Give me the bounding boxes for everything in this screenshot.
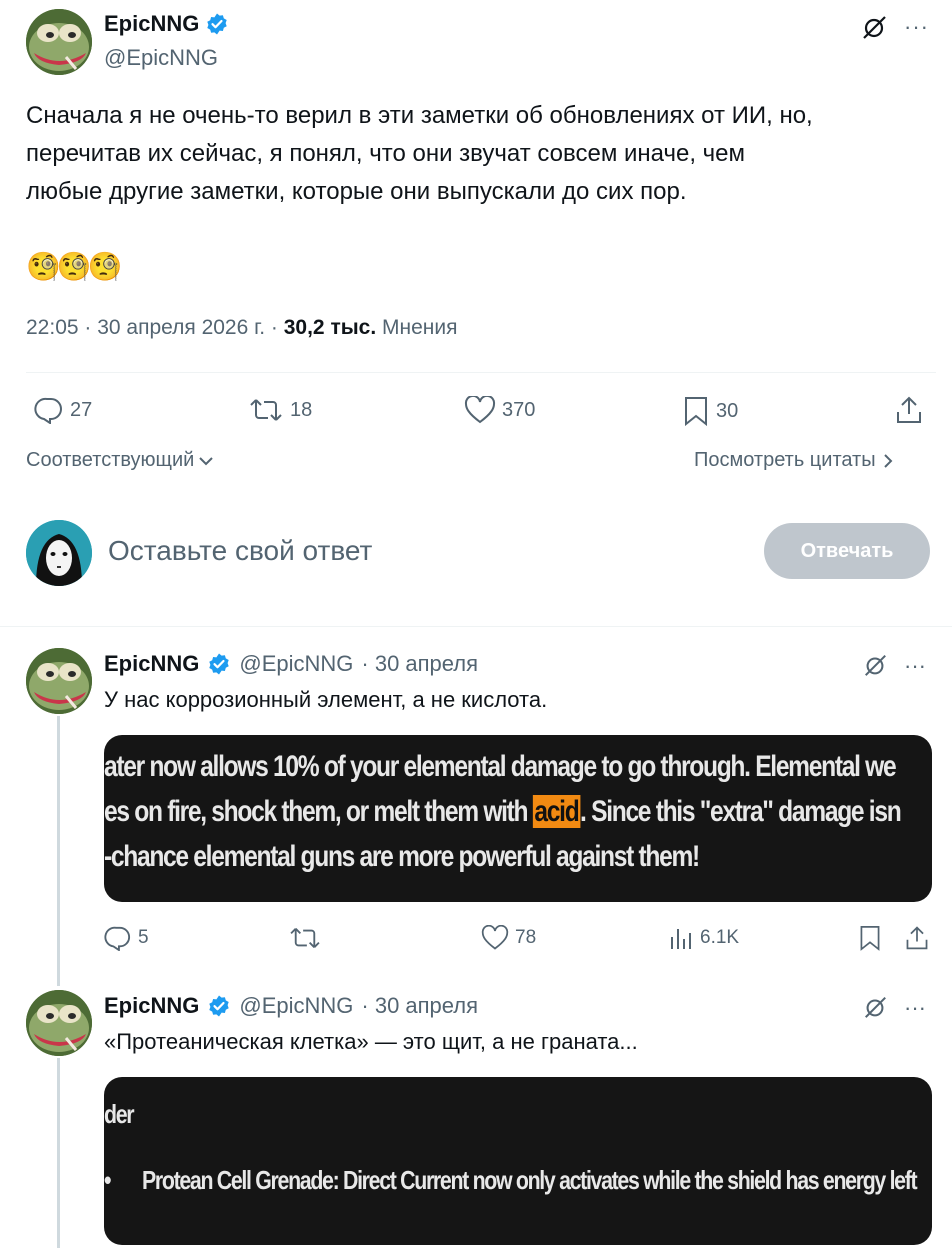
media-text-segment: . Since this "extra" damage isn [580,795,902,828]
reply-count: 27 [70,398,93,421]
view-quotes-link[interactable]: Посмотреть цитаты [694,449,894,472]
reply-date[interactable]: · 30 апреля [361,993,478,1019]
reply-button[interactable]: 27 [34,396,92,424]
user-avatar[interactable] [26,520,92,586]
retweet-icon [250,399,282,421]
reply-text: «Протеаническая клетка» — это щит, а не … [104,1029,638,1054]
author-avatar[interactable] [26,648,92,714]
divider [0,626,952,627]
more-options-icon[interactable]: ··· [904,14,929,40]
tweet-emoji: 🧐🧐🧐 [26,251,123,282]
author-handle[interactable]: @EpicNNG [104,45,218,71]
retweet-button[interactable] [288,925,322,951]
author-handle[interactable]: @EpicNNG [239,651,353,677]
no-face-avatar-icon [26,520,92,586]
chevron-down-icon [199,456,214,465]
bookmark-icon [685,397,707,426]
like-count: 78 [515,927,537,948]
reply-icon [34,397,62,424]
sort-label: Соответствующий [26,449,195,471]
media-text-line: der [104,1099,135,1129]
like-button[interactable]: 78 [481,925,536,951]
verified-badge-icon [209,995,230,1017]
retweet-button[interactable]: 18 [248,396,312,424]
view-count: 30,2 тыс. [283,316,377,339]
more-options-icon[interactable]: ··· [904,653,926,679]
frog-avatar-icon [26,648,92,714]
bookmark-button[interactable]: 30 [682,396,738,426]
thread-line [57,1058,60,1248]
retweet-count: 18 [290,398,313,421]
view-label: Мнения [382,316,458,339]
media-bullet: • [104,1165,111,1195]
bookmark-icon [860,926,880,951]
reply-icon [104,926,131,951]
author-name[interactable]: EpicNNG [104,993,199,1019]
author-name[interactable]: EpicNNG [104,651,199,677]
thread-line [57,716,60,986]
share-icon [897,396,921,423]
view-quotes-label: Посмотреть цитаты [694,449,876,471]
media-text-line: es on fire, shock them, or melt them wit… [104,795,902,829]
sort-replies-dropdown[interactable]: Соответствующий [26,449,214,472]
retweet-icon [290,928,320,948]
frog-avatar-icon [26,990,92,1056]
reply-submit-button[interactable]: Отвечать [764,523,930,579]
media-text-segment: es on fire, shock them, or melt them wit… [104,795,533,828]
share-button[interactable] [904,924,930,952]
author-avatar[interactable] [26,990,92,1056]
media-text-line: Protean Cell Grenade: Direct Current now… [142,1165,918,1195]
more-options-icon[interactable]: ··· [904,995,926,1021]
reply-input[interactable]: Оставьте свой ответ [108,535,372,567]
bookmark-count: 30 [716,399,739,422]
heart-icon [481,925,509,950]
views-chart-icon [671,929,691,949]
verified-badge-icon [207,13,228,35]
divider [26,372,936,373]
views-button[interactable]: 6.1K [668,925,739,951]
author-name[interactable]: EpicNNG [104,11,199,37]
verified-badge-icon [209,653,230,675]
tweet-text-line: перечитав их сейчас, я понял, что они зв… [26,140,746,167]
share-button[interactable] [894,395,924,425]
reply-count: 5 [138,927,149,948]
like-count: 370 [502,398,536,421]
grok-icon[interactable] [860,13,888,46]
chevron-right-icon [883,453,893,468]
bookmark-button[interactable] [858,924,882,952]
author-avatar[interactable] [26,9,92,75]
media-text-line: -chance elemental guns are more powerful… [104,840,700,873]
tweet-text-line: Сначала я не очень-то верил в эти заметк… [26,102,813,129]
share-icon [906,926,928,950]
grok-icon[interactable] [862,652,888,683]
reply-media-image[interactable]: der • Protean Cell Grenade: Direct Curre… [104,1077,932,1245]
grok-icon[interactable] [862,994,888,1025]
heart-icon [464,396,496,424]
reply-button[interactable]: 5 [104,925,149,951]
views-count: 6.1K [700,927,740,948]
reply-media-image[interactable]: ater now allows 10% of your elemental da… [104,735,932,902]
tweet-timestamp[interactable]: 22:05 · 30 апреля 2026 г. · [26,316,284,339]
reply-text: У нас коррозионный элемент, а не кислота… [104,687,548,712]
media-text-line: ater now allows 10% of your elemental da… [104,750,897,783]
tweet-text-line: любые другие заметки, которые они выпуск… [26,178,687,205]
highlighted-word: acid [532,795,581,828]
like-button[interactable]: 370 [464,396,535,424]
frog-avatar-icon [26,9,92,75]
reply-date[interactable]: · 30 апреля [361,651,478,677]
author-handle[interactable]: @EpicNNG [239,993,353,1019]
